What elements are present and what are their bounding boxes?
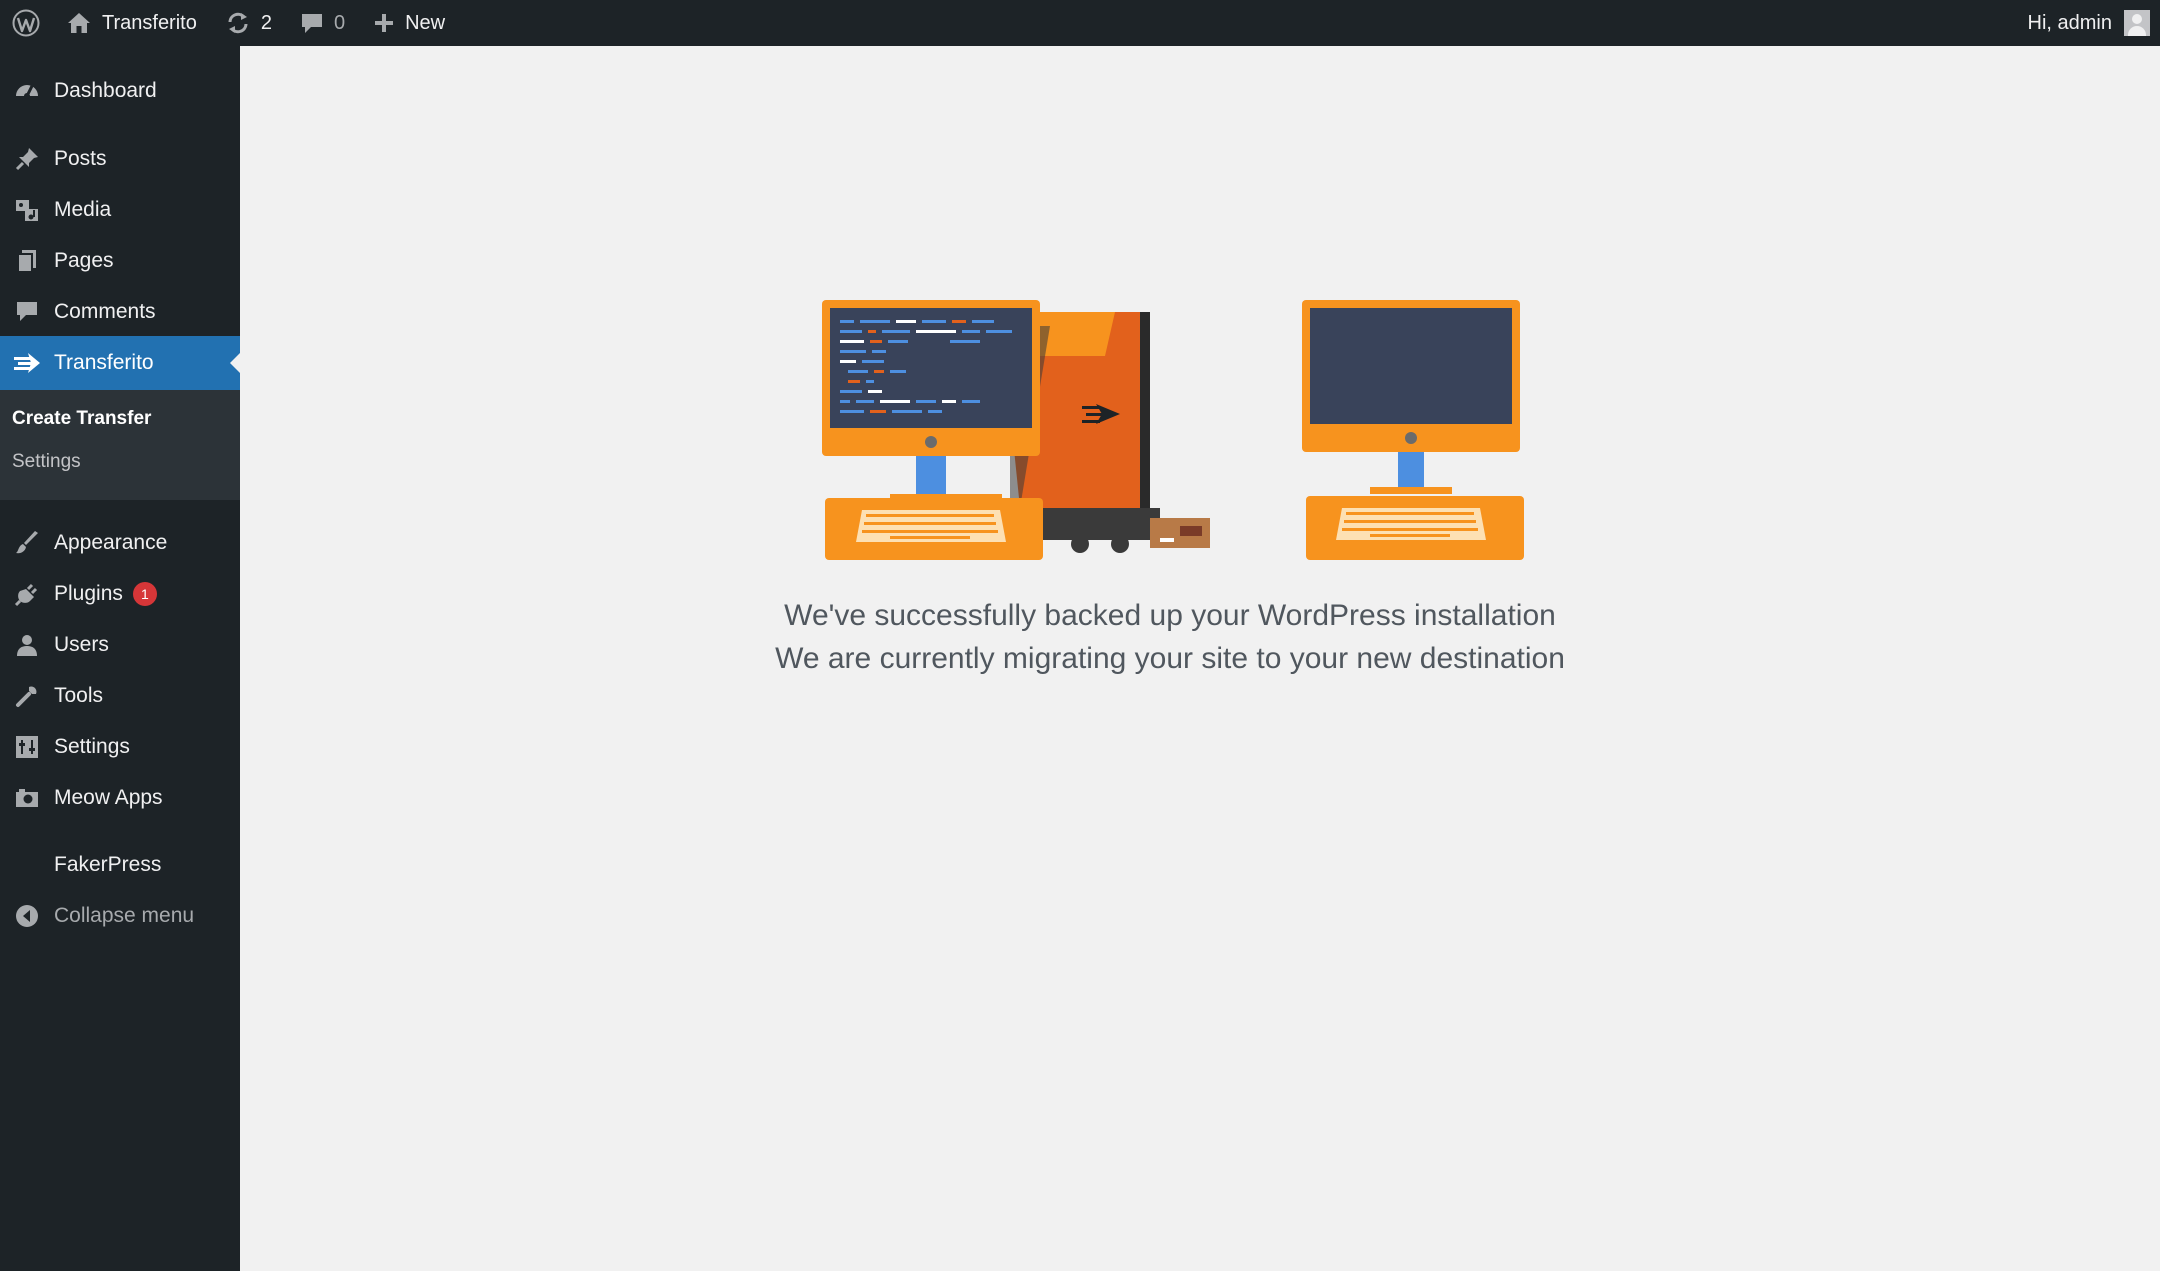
destination-monitor [1302, 300, 1520, 494]
menu-tools[interactable]: Tools [0, 671, 240, 721]
comments-count: 0 [333, 11, 346, 34]
wordpress-logo-button[interactable] [0, 0, 52, 46]
settings-icon [0, 734, 54, 760]
updates-link[interactable]: 2 [211, 0, 286, 46]
menu-transferito[interactable]: Transferito [0, 336, 240, 390]
menu-appearance[interactable]: Appearance [0, 518, 240, 568]
collapse-menu-button[interactable]: Collapse menu [0, 891, 240, 941]
menu-dashboard[interactable]: Dashboard [0, 66, 240, 116]
pin-icon [0, 146, 54, 172]
menu-fakerpress-label: FakerPress [54, 853, 162, 876]
media-icon [0, 197, 54, 223]
menu-media[interactable]: Media [0, 185, 240, 235]
admin-bar: Transferito 2 0 New Hi, admin [0, 0, 2160, 46]
migration-progress-text: We are currently migrating your site to … [775, 642, 1565, 675]
menu-pages-label: Pages [54, 249, 114, 272]
home-icon [66, 11, 92, 35]
migration-illustration [820, 246, 1580, 576]
menu-comments-label: Comments [54, 300, 156, 323]
menu-posts[interactable]: Posts [0, 134, 240, 184]
user-icon [0, 632, 54, 658]
wrench-icon [0, 683, 54, 709]
dashboard-icon [0, 78, 54, 104]
new-content-link[interactable]: New [359, 0, 459, 46]
submenu-settings[interactable]: Settings [12, 451, 81, 473]
comment-icon [300, 11, 324, 35]
my-account-link[interactable]: Hi, admin [2028, 0, 2150, 46]
migration-status-message: We've successfully backed up your WordPr… [240, 594, 2100, 680]
menu-tools-label: Tools [54, 684, 104, 707]
admin-sidebar: Dashboard Posts Media Pages Comments Tra… [0, 46, 240, 1271]
menu-plugins-label: Plugins [54, 582, 123, 605]
source-keyboard [825, 498, 1043, 560]
site-name-label: Transferito [102, 11, 197, 34]
site-name-link[interactable]: Transferito [52, 0, 211, 46]
camera-icon [0, 785, 54, 811]
menu-settings-label: Settings [54, 735, 130, 758]
new-label: New [405, 11, 446, 34]
menu-plugins[interactable]: Plugins 1 [0, 569, 240, 619]
destination-keyboard [1306, 496, 1524, 560]
submenu-create-transfer[interactable]: Create Transfer [12, 408, 151, 430]
data-box [1150, 518, 1210, 548]
plugins-update-badge: 1 [132, 582, 157, 606]
menu-comments[interactable]: Comments [0, 287, 240, 337]
transferito-submenu: Create Transfer Settings [0, 390, 240, 500]
collapse-icon [0, 903, 54, 929]
refresh-icon [225, 11, 251, 35]
wordpress-icon [12, 9, 40, 37]
pages-icon [0, 248, 54, 274]
plus-icon [373, 12, 395, 34]
plugin-icon [0, 581, 54, 607]
menu-dashboard-label: Dashboard [54, 79, 157, 102]
menu-fakerpress[interactable]: FakerPress [0, 840, 240, 890]
menu-users-label: Users [54, 633, 109, 656]
menu-posts-label: Posts [54, 147, 107, 170]
comment-icon [0, 299, 54, 325]
backup-complete-text: We've successfully backed up your WordPr… [784, 599, 1556, 632]
comments-link[interactable]: 0 [286, 0, 359, 46]
menu-appearance-label: Appearance [54, 531, 168, 554]
menu-media-label: Media [54, 198, 112, 221]
menu-users[interactable]: Users [0, 620, 240, 670]
brush-icon [0, 530, 54, 556]
updates-count: 2 [260, 11, 272, 34]
greeting-label: Hi, admin [2027, 11, 2112, 34]
menu-transferito-label: Transferito [54, 351, 154, 374]
collapse-menu-label: Collapse menu [54, 904, 195, 927]
main-content: We've successfully backed up your WordPr… [240, 46, 2160, 1271]
user-avatar-icon [2124, 10, 2150, 36]
source-monitor [822, 300, 1040, 502]
menu-meow-apps-label: Meow Apps [54, 786, 163, 809]
menu-settings[interactable]: Settings [0, 722, 240, 772]
menu-pages[interactable]: Pages [0, 236, 240, 286]
transfer-arrow-icon [0, 350, 54, 376]
menu-meow-apps[interactable]: Meow Apps [0, 773, 240, 823]
